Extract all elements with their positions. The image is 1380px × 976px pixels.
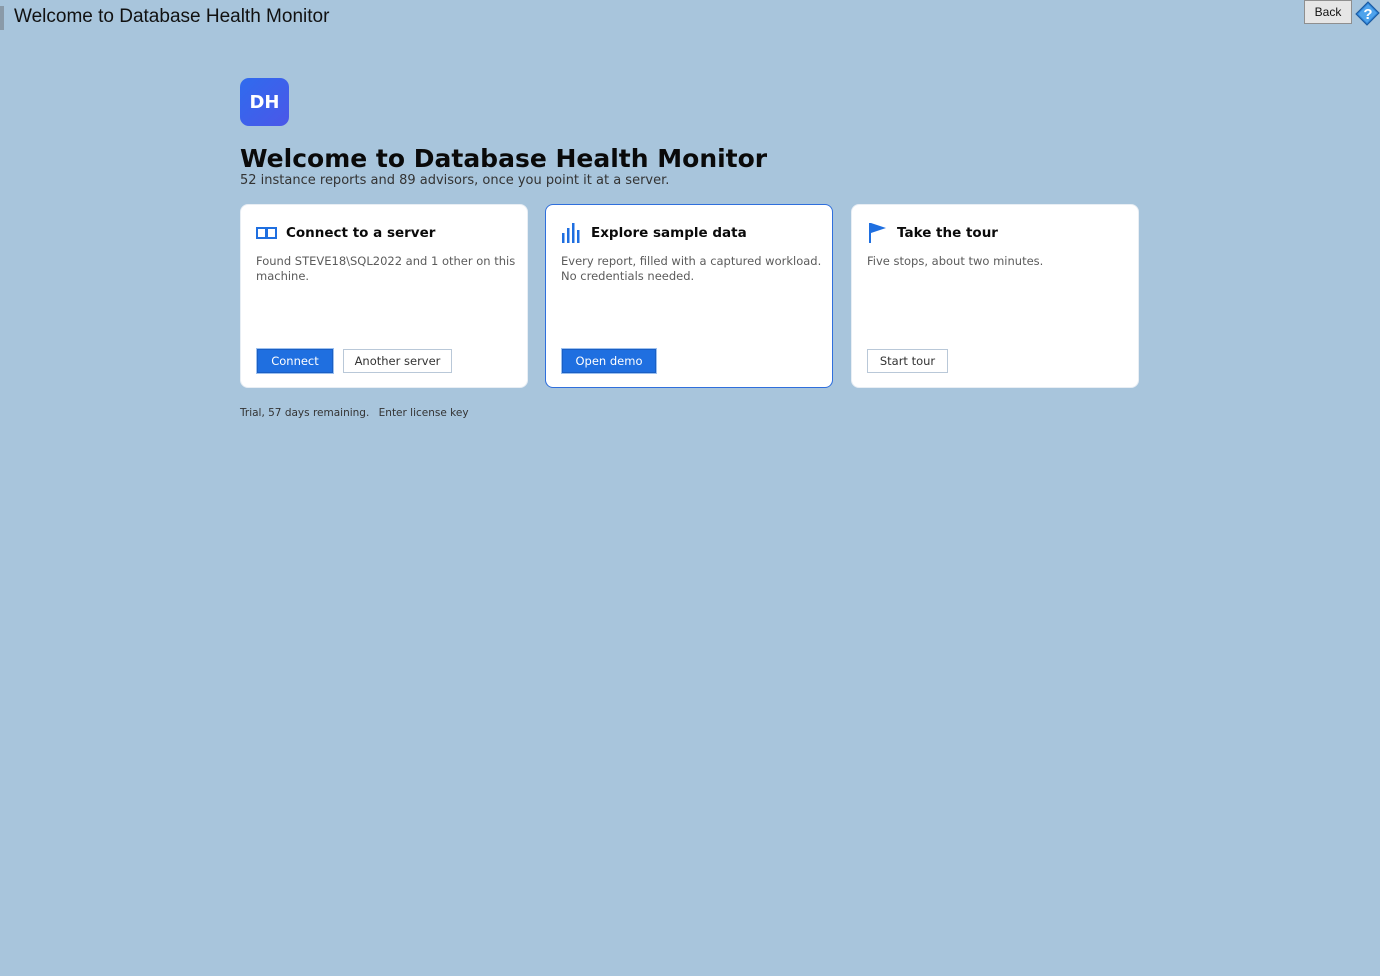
server-columns-icon — [255, 222, 279, 244]
take-tour-card[interactable]: Take the tour Five stops, about two minu… — [851, 204, 1139, 388]
card-description: Five stops, about two minutes. — [867, 254, 1044, 268]
window-title: Welcome to Database Health Monitor — [14, 6, 330, 27]
help-question-icon[interactable]: ? — [1354, 0, 1380, 26]
card-description: Every report, filled with a captured wor… — [561, 254, 822, 283]
title-accent-bar — [0, 6, 4, 30]
page-subtitle: 52 instance reports and 89 advisors, onc… — [240, 173, 670, 188]
app-logo: DH — [240, 78, 289, 126]
flag-icon — [866, 222, 890, 244]
connect-server-card[interactable]: Connect to a server Found STEVE18\SQL202… — [240, 204, 528, 388]
svg-text:?: ? — [1363, 6, 1372, 23]
open-demo-button[interactable]: Open demo — [561, 348, 657, 374]
card-title: Explore sample data — [591, 225, 747, 241]
enter-license-key-link[interactable]: Enter license key — [379, 407, 469, 419]
card-description: Found STEVE18\SQL2022 and 1 other on thi… — [256, 254, 516, 283]
page-title: Welcome to Database Health Monitor — [240, 144, 768, 173]
card-title: Connect to a server — [286, 225, 436, 241]
connect-button[interactable]: Connect — [256, 348, 334, 374]
start-tour-button[interactable]: Start tour — [867, 349, 948, 373]
another-server-button[interactable]: Another server — [343, 349, 452, 373]
bar-chart-icon — [560, 222, 584, 244]
back-button[interactable]: Back — [1304, 0, 1352, 24]
footer-note: Trial, 57 days remaining. Enter license … — [240, 407, 469, 419]
trial-status-text: Trial, 57 days remaining. — [240, 407, 370, 419]
explore-sample-data-card[interactable]: Explore sample data Every report, filled… — [545, 204, 833, 388]
window-title-bar: Welcome to Database Health Monitor Back … — [0, 0, 1380, 34]
card-title: Take the tour — [897, 225, 998, 241]
